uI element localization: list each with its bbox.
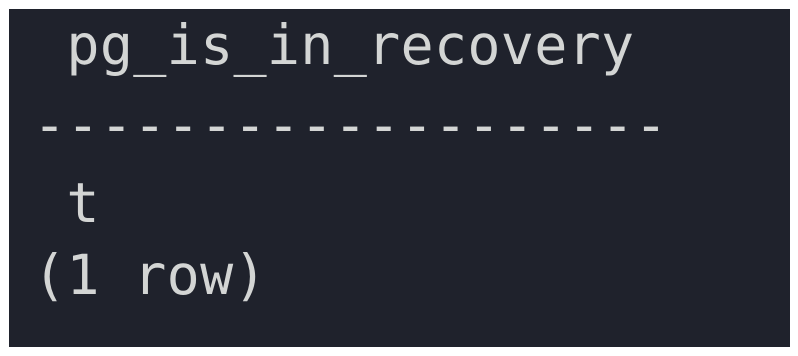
header-separator: ------------------- <box>33 93 668 157</box>
column-header: pg_is_in_recovery <box>33 13 635 77</box>
result-cell-value: t <box>33 171 100 235</box>
terminal-output: pg_is_in_recovery ------------------- t … <box>9 9 790 347</box>
row-count: (1 row) <box>33 243 267 307</box>
